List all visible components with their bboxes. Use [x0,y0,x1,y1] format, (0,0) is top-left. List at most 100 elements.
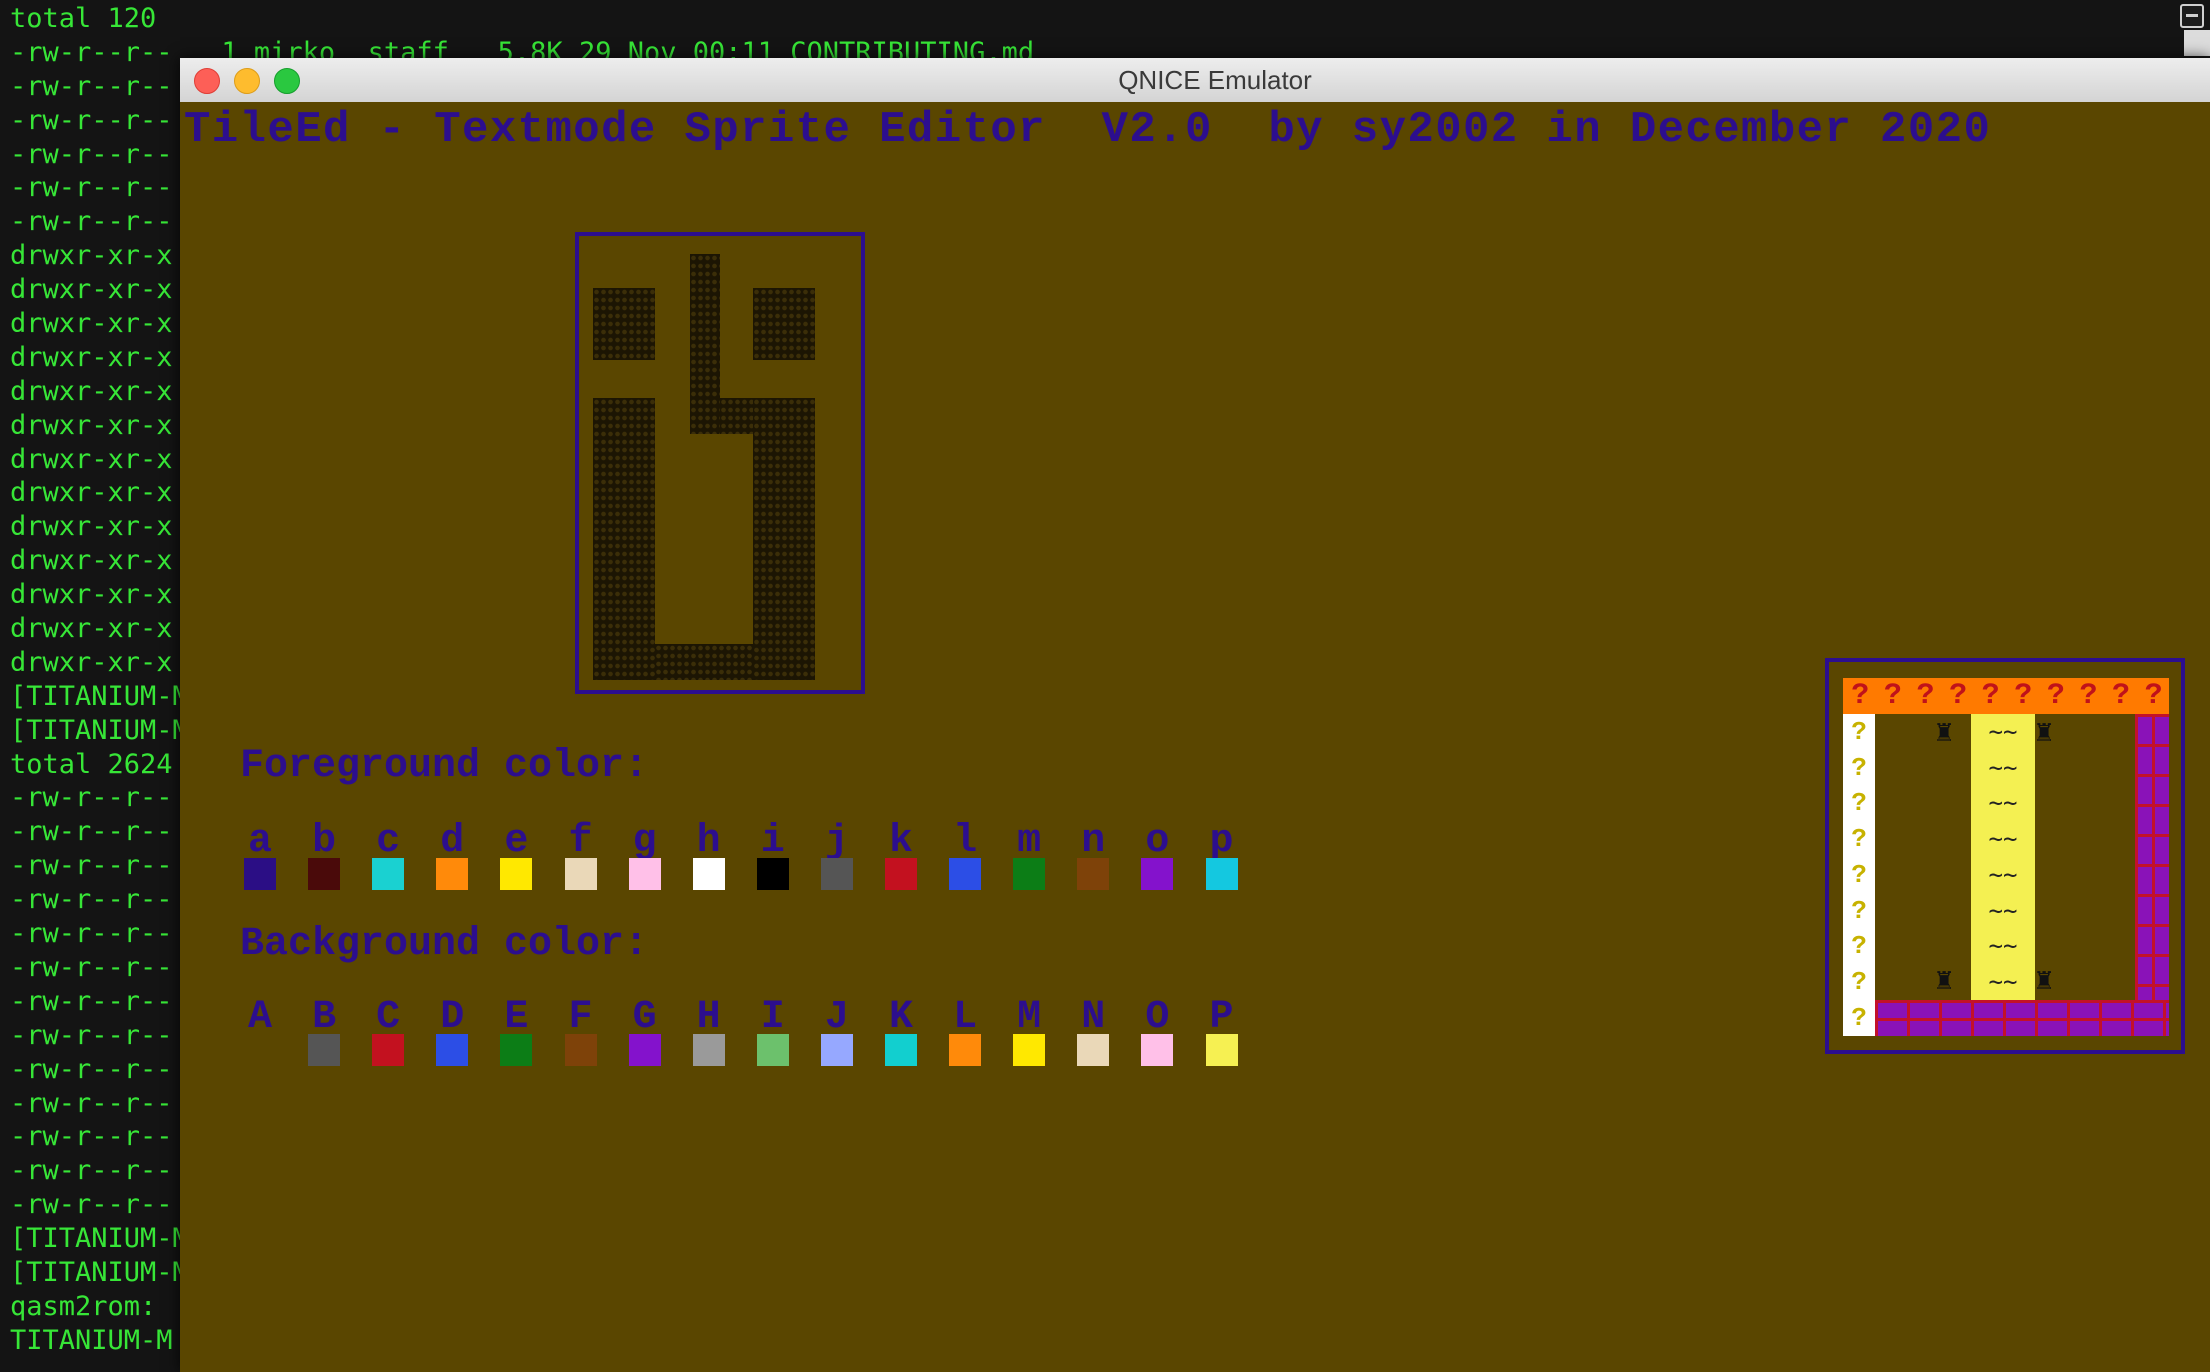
bg-color-swatch-G[interactable] [628,1034,661,1066]
fg-color-swatch-a[interactable] [244,858,276,890]
bg-color-swatch-O[interactable] [1141,1034,1174,1066]
bg-key-P: P [1209,995,1234,1040]
question-block-glyph: ? [2014,679,2032,713]
question-block-glyph: ? [1883,679,1902,713]
bg-color-swatch-K[interactable] [885,1034,917,1066]
bg-key-G: G [632,995,657,1040]
preview-question-column: ????????? [1843,714,1875,1036]
fg-color-swatch-i[interactable] [756,858,789,890]
fg-key-g: g [632,819,657,864]
bg-key-C: C [376,995,401,1040]
sprite-pixel-block [753,398,815,680]
fg-color-swatch-h[interactable] [692,858,725,890]
window-titlebar[interactable]: QNICE Emulator [180,58,2210,103]
question-block-glyph: ? [1851,752,1867,783]
fg-key-c: c [376,819,401,864]
preview-question-row: ?????????? [1843,678,2169,714]
fg-color-swatch-n[interactable] [1077,858,1110,890]
bg-color-swatch-M[interactable] [1013,1034,1046,1066]
background-color-label: Background color: [240,922,649,967]
bg-color-swatch-N[interactable] [1077,1034,1110,1066]
fg-color-swatch-j[interactable] [820,858,853,890]
fg-color-swatch-b[interactable] [308,858,341,890]
question-block-glyph: ? [1851,716,1867,747]
sprite-pixel-block [753,288,815,360]
bg-color-swatch-H[interactable] [692,1034,725,1066]
fg-color-swatch-k[interactable] [885,858,917,890]
ladder-glyph: ~~ [1988,896,2018,925]
ladder-glyph: ~~ [1988,753,2018,782]
question-block-glyph: ? [2079,679,2097,713]
fg-color-swatch-l[interactable] [949,858,982,890]
terminal-split-icon[interactable] [2180,4,2204,28]
ladder-glyph: ~~ [1988,789,2018,818]
bg-color-swatch-E[interactable] [500,1034,533,1066]
fg-color-swatch-o[interactable] [1141,858,1174,890]
bg-color-swatch-J[interactable] [820,1034,853,1066]
fg-key-p: p [1209,819,1234,864]
bg-color-swatch-D[interactable] [436,1034,469,1066]
fg-color-swatch-d[interactable] [436,858,469,890]
fg-key-a: a [247,819,272,864]
sprite-pixel-block [655,644,753,680]
bg-key-N: N [1081,995,1106,1040]
app-header: TileEd - Textmode Sprite Editor V2.0 by … [184,105,1992,155]
fg-color-swatch-m[interactable] [1013,858,1046,890]
bg-color-swatch-I[interactable] [756,1034,789,1066]
fg-color-swatch-p[interactable] [1205,858,1238,890]
preview-brick-column [2135,714,2169,1036]
bg-color-swatch-F[interactable] [564,1034,597,1066]
fg-key-n: n [1081,819,1106,864]
bg-key-F: F [568,995,593,1040]
ladder-glyph: ~~ [1988,932,2018,961]
question-block-glyph: ? [1851,824,1867,855]
tower-icon: ♜ [2035,714,2054,749]
fg-color-swatch-c[interactable] [372,858,405,890]
ladder-glyph: ~~ [1988,717,2018,746]
bg-key-H: H [696,995,721,1040]
question-block-glyph: ? [1851,859,1867,890]
question-block-glyph: ? [1851,788,1867,819]
fg-key-e: e [504,819,529,864]
preview-brick-row [1875,1000,2169,1036]
bg-key-M: M [1017,995,1042,1040]
fg-color-swatch-e[interactable] [500,858,533,890]
fg-key-o: o [1145,819,1170,864]
emulator-window[interactable]: QNICE Emulator TileEd - Textmode Sprite … [180,58,2210,1372]
bg-color-swatch-C[interactable] [372,1034,405,1066]
question-block-glyph: ? [1851,967,1867,998]
sprite-preview: ?????????? ????????? ~~ ~~ ~~ ~~ ~~ ~~ ~~ ~~ ♜ … [1825,658,2185,1054]
bg-key-E: E [504,995,529,1040]
bg-key-L: L [953,995,978,1040]
fg-color-swatch-g[interactable] [628,858,661,890]
window-title: QNICE Emulator [1118,65,1312,95]
bg-key-B: B [312,995,337,1040]
question-block-glyph: ? [2112,679,2130,713]
sprite-pixel-block [593,288,655,360]
terminal-scrollbar[interactable] [2184,30,2210,56]
bg-color-swatch-B[interactable] [308,1034,341,1066]
preview-ladder-column: ~~ ~~ ~~ ~~ ~~ ~~ ~~ ~~ [1971,714,2035,1000]
question-block-glyph: ? [2046,679,2065,713]
question-block-glyph: ? [2144,679,2163,713]
fg-key-i: i [760,819,785,864]
question-block-glyph: ? [1916,679,1934,713]
sprite-edit-canvas[interactable] [575,232,865,694]
question-block-glyph: ? [1851,679,1869,713]
question-block-glyph: ? [1851,931,1867,962]
question-block-glyph: ? [1851,1003,1867,1033]
fg-key-m: m [1017,819,1042,864]
fg-key-f: f [568,819,593,864]
question-block-glyph: ? [1949,679,1967,713]
fg-key-j: j [824,819,849,864]
fg-color-swatch-f[interactable] [564,858,597,890]
bg-key-K: K [888,995,913,1040]
bg-key-I: I [760,995,785,1040]
question-block-glyph: ? [1851,895,1867,926]
bg-color-swatch-L[interactable] [949,1034,982,1066]
sprite-pixel-block [593,398,655,680]
emulator-screen[interactable]: TileEd - Textmode Sprite Editor V2.0 by … [180,102,2210,1372]
bg-color-swatch-P[interactable] [1205,1034,1238,1066]
ladder-glyph: ~~ [1988,825,2018,854]
tower-icon: ♜ [1935,962,1954,997]
